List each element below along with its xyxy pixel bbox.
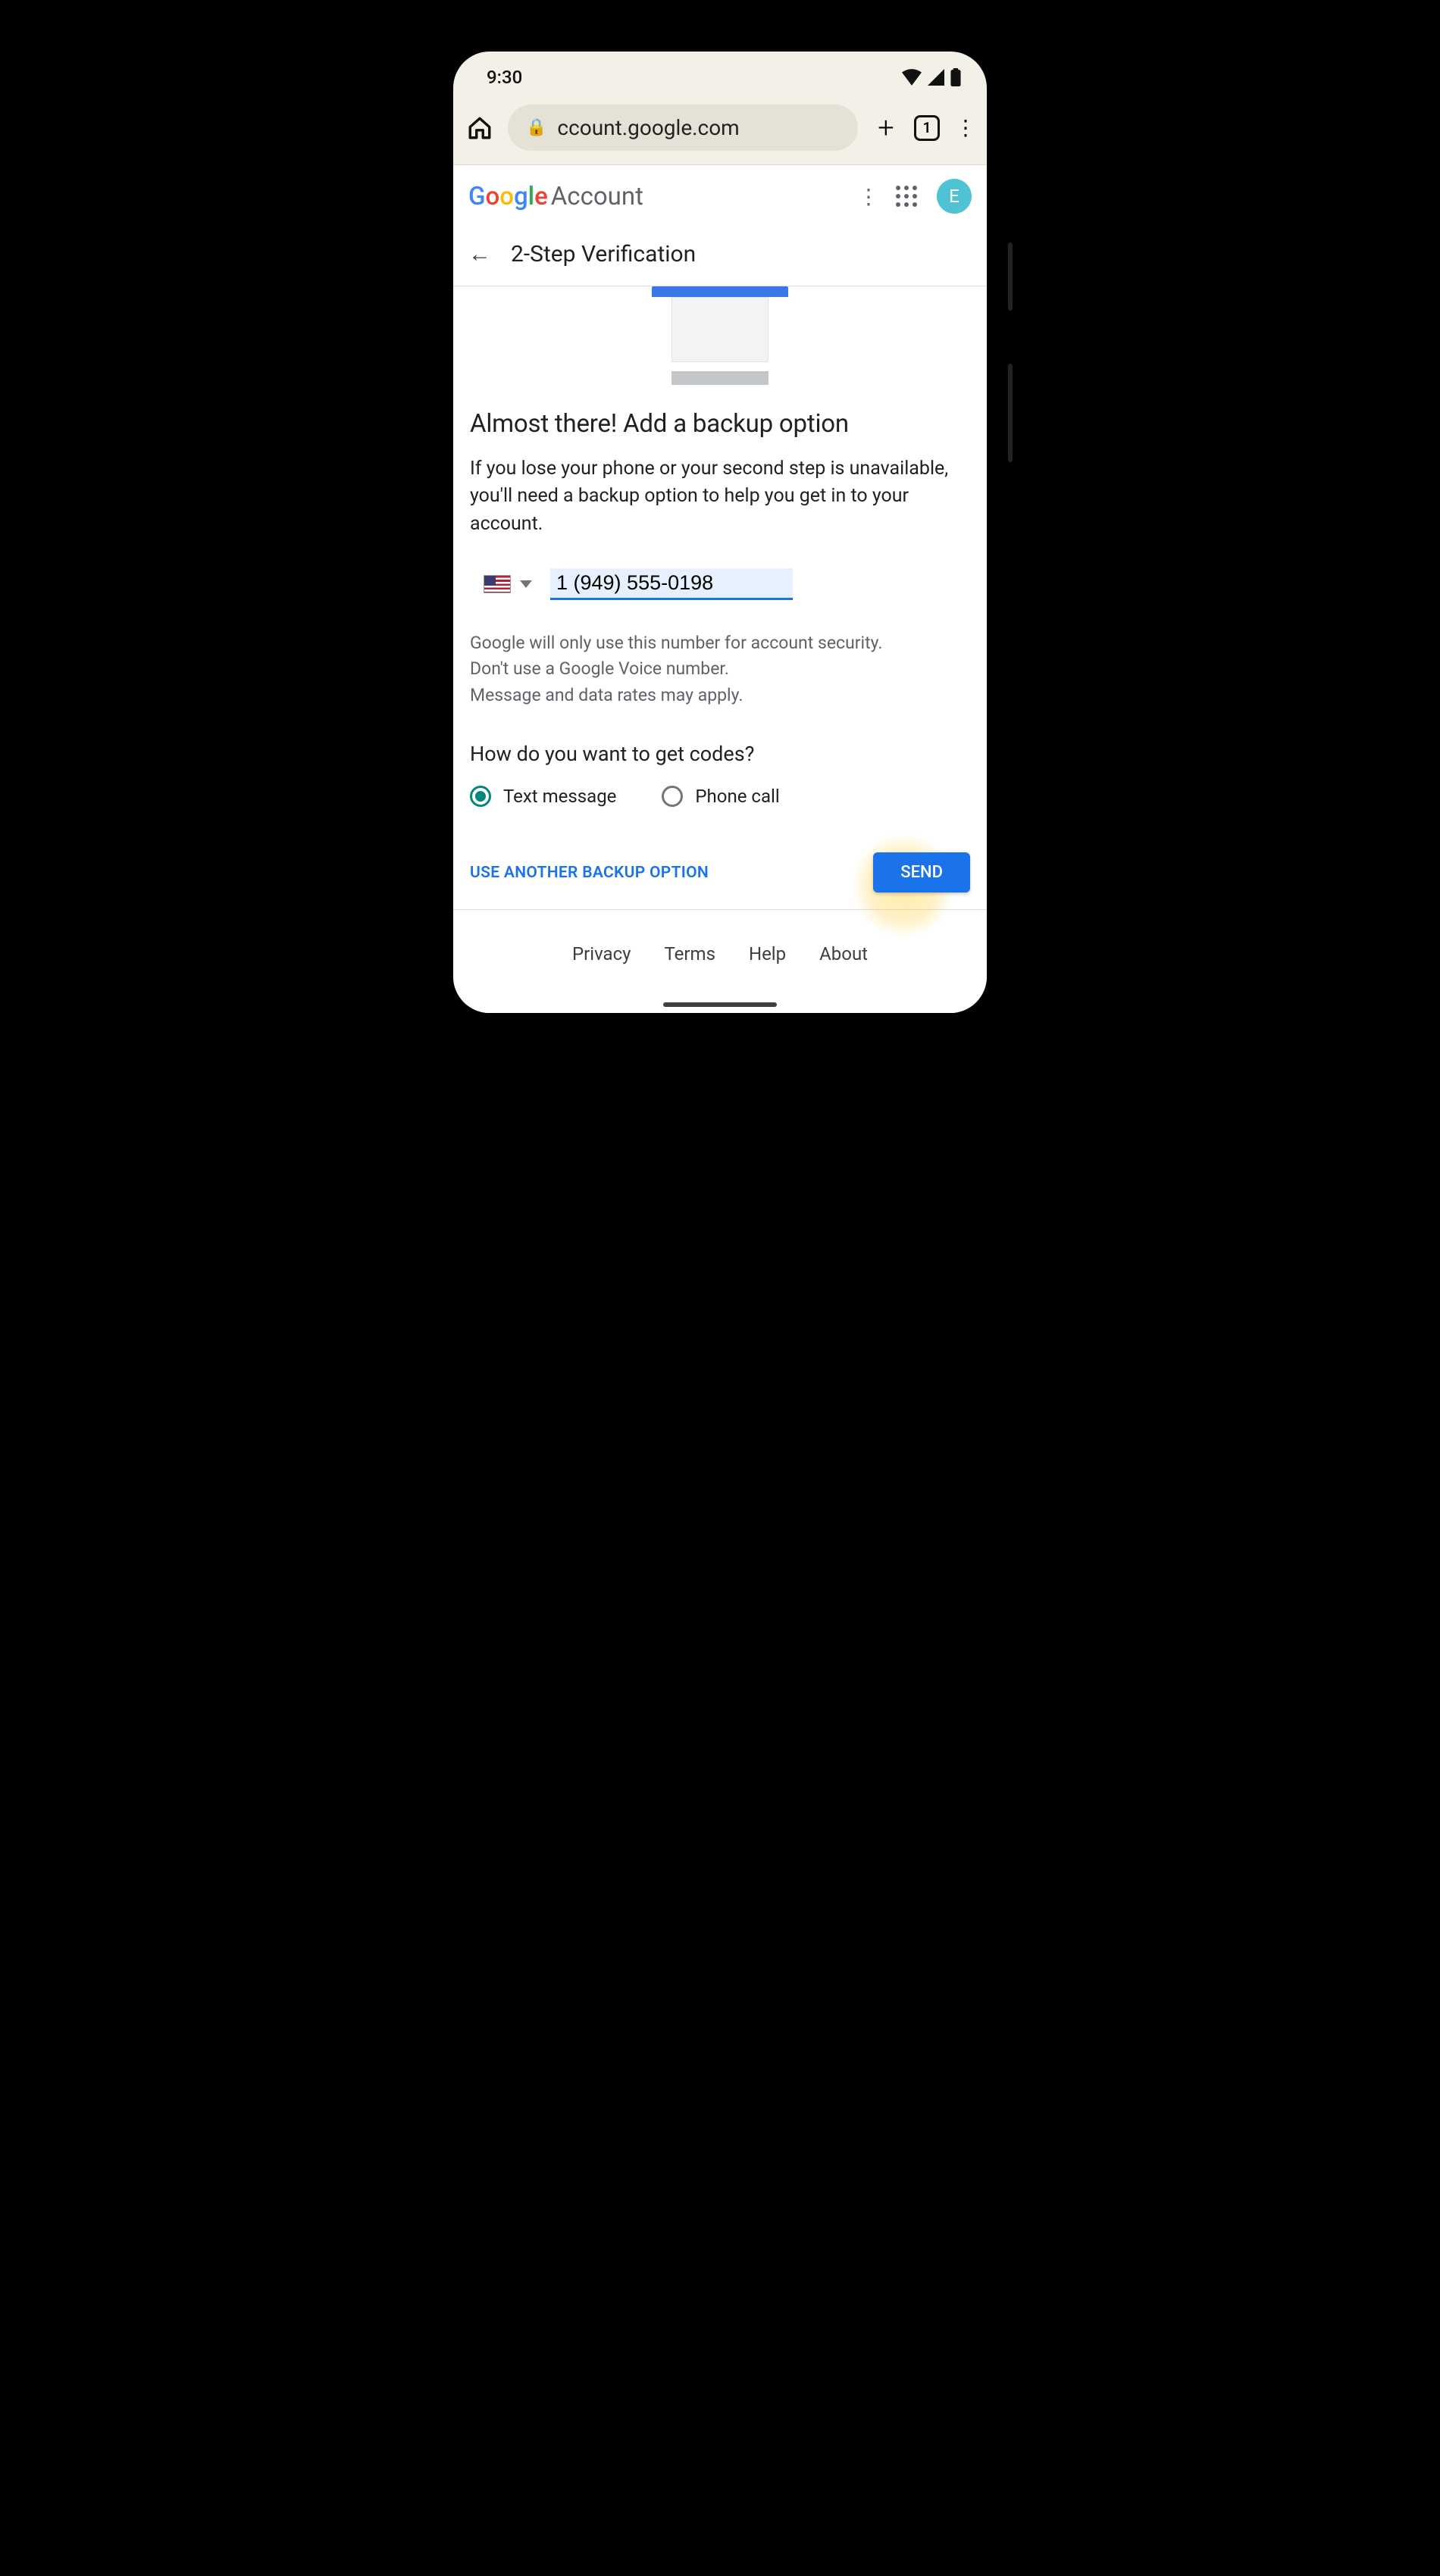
lock-icon: 🔒 (526, 118, 546, 137)
home-icon[interactable] (467, 115, 493, 141)
radio-group: Text message Phone call (470, 786, 970, 807)
page-content: GoogleAccount ⋮ E ← 2-Step Verification (453, 164, 987, 1013)
help-line: Message and data rates may apply. (470, 683, 970, 709)
radio-label: Phone call (695, 786, 779, 807)
main: Almost there! Add a backup option If you… (453, 399, 987, 909)
browser-toolbar: 🔒 ccount.google.com + 1 ⋮ (453, 94, 987, 164)
avatar-initial: E (949, 186, 959, 207)
phone-input-row (484, 568, 970, 600)
url-text: ccount.google.com (557, 115, 739, 140)
action-row: USE ANOTHER BACKUP OPTION SEND (470, 852, 970, 893)
side-button (1008, 364, 1013, 462)
page-title: Almost there! Add a backup option (470, 409, 970, 439)
header-actions: ⋮ E (858, 179, 972, 214)
footer-about[interactable]: About (819, 943, 868, 964)
side-button (1008, 242, 1013, 311)
status-time: 9:30 (487, 67, 522, 88)
signal-icon (928, 69, 944, 86)
send-button[interactable]: SEND (873, 852, 970, 893)
page-menu-icon[interactable]: ⋮ (858, 184, 876, 209)
back-arrow-icon[interactable]: ← (468, 241, 491, 267)
footer-terms[interactable]: Terms (665, 943, 715, 964)
account-label: Account (551, 182, 643, 211)
status-bar: 9:30 (453, 52, 987, 94)
url-bar[interactable]: 🔒 ccount.google.com (508, 105, 858, 151)
radio-selected-icon (470, 786, 491, 807)
nav-pill[interactable] (663, 1002, 777, 1007)
battery-icon (950, 68, 961, 86)
app-header: GoogleAccount ⋮ E (453, 165, 987, 227)
radio-text-message[interactable]: Text message (470, 786, 616, 807)
browser-menu-icon[interactable]: ⋮ (955, 115, 973, 140)
chevron-down-icon (520, 580, 532, 588)
apps-icon[interactable] (896, 186, 917, 207)
gesture-bar (453, 987, 987, 1013)
status-icons (902, 68, 961, 86)
use-another-backup-link[interactable]: USE ANOTHER BACKUP OPTION (470, 864, 709, 882)
footer-help[interactable]: Help (749, 943, 786, 964)
radio-unselected-icon (662, 786, 683, 807)
help-text: Google will only use this number for acc… (470, 630, 970, 709)
phone-input[interactable] (550, 568, 793, 600)
page-description: If you lose your phone or your second st… (470, 455, 970, 538)
footer: Privacy Terms Help About (453, 909, 987, 987)
avatar[interactable]: E (937, 179, 972, 214)
wifi-icon (902, 69, 922, 86)
breadcrumb-title: 2-Step Verification (511, 241, 696, 267)
illustration (453, 286, 987, 399)
radio-phone-call[interactable]: Phone call (662, 786, 779, 807)
country-selector[interactable] (484, 575, 532, 593)
help-line: Google will only use this number for acc… (470, 630, 970, 657)
tab-switcher[interactable]: 1 (914, 115, 940, 141)
codes-heading: How do you want to get codes? (470, 742, 970, 766)
phone-frame: 9:30 🔒 ccount.google.com + 1 ⋮ GoogleAcc… (432, 30, 1008, 1034)
screen: 9:30 🔒 ccount.google.com + 1 ⋮ GoogleAcc… (453, 52, 987, 1013)
footer-privacy[interactable]: Privacy (572, 943, 631, 964)
tab-count: 1 (923, 119, 931, 136)
flag-icon (484, 575, 511, 593)
help-line: Don't use a Google Voice number. (470, 656, 970, 683)
radio-label: Text message (503, 786, 616, 807)
breadcrumb: ← 2-Step Verification (453, 227, 987, 286)
new-tab-icon[interactable]: + (873, 111, 899, 145)
google-account-logo[interactable]: GoogleAccount (468, 182, 643, 211)
